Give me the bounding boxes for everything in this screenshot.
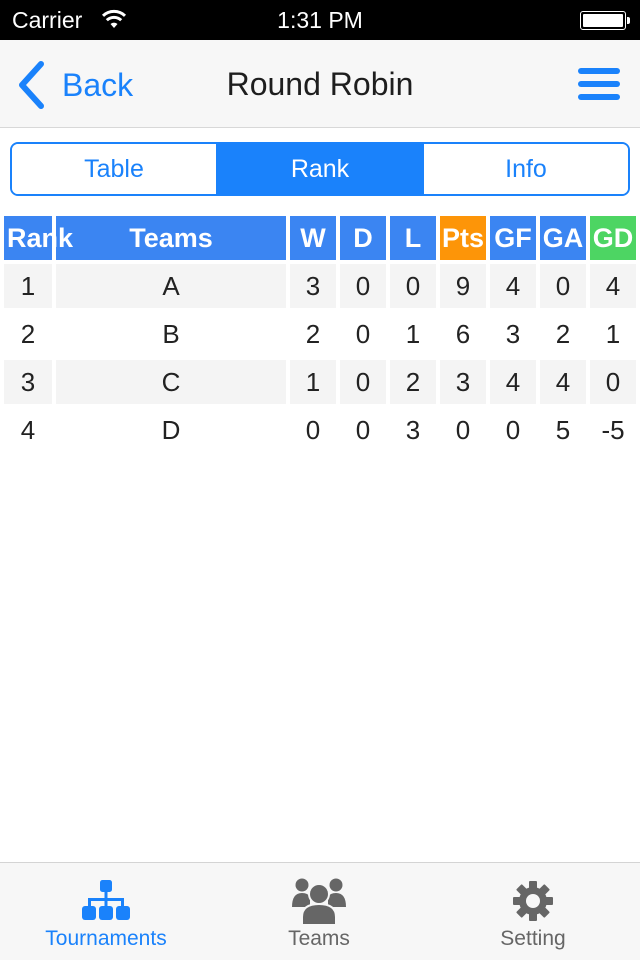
- table-header-row: Teams Rank W D L Pts GF GA GD: [0, 216, 640, 260]
- tab-label: Setting: [500, 927, 566, 950]
- cell-goal-difference: 0: [590, 360, 636, 404]
- battery-icon: [580, 11, 626, 30]
- cell-points: 3: [440, 360, 486, 404]
- header-losses: L: [390, 216, 436, 260]
- cell-goals-for: 0: [505, 414, 521, 445]
- hamburger-menu-icon: [578, 68, 620, 100]
- header-wins: W: [290, 216, 336, 260]
- segment-info[interactable]: Info: [422, 144, 628, 194]
- cell-wins: 1: [290, 360, 336, 404]
- cell-goal-difference: 1: [605, 318, 621, 349]
- cell-losses: 1: [405, 318, 421, 349]
- status-bar: Carrier 1:31 PM: [0, 0, 640, 40]
- cell-losses: 2: [390, 360, 436, 404]
- cell-team: C: [56, 360, 286, 404]
- cell-draws: 0: [340, 360, 386, 404]
- cell-losses: 0: [390, 264, 436, 308]
- table-row[interactable]: 1 A 3 0 0 9 4 0 4: [0, 264, 640, 312]
- cell-goal-difference: 4: [590, 264, 636, 308]
- page-title: Round Robin: [226, 66, 414, 102]
- header-goals-for: GF: [490, 216, 536, 260]
- cell-goals-against: 2: [555, 318, 571, 349]
- cell-team: B: [162, 318, 180, 349]
- cell-points: 6: [455, 318, 471, 349]
- segment-table[interactable]: Table: [12, 144, 216, 194]
- header-teams: Teams: [56, 216, 286, 260]
- cell-rank: 1: [4, 264, 52, 308]
- header-goal-difference: GD: [590, 216, 636, 260]
- status-time: 1:31 PM: [277, 7, 363, 33]
- header-points: Pts: [440, 216, 486, 260]
- cell-team: A: [56, 264, 286, 308]
- cell-rank: 4: [20, 414, 36, 445]
- segment-rank[interactable]: Rank: [216, 144, 422, 194]
- cell-goals-against: 0: [540, 264, 586, 308]
- tab-label: Tournaments: [45, 927, 167, 950]
- tab-setting[interactable]: Setting: [463, 863, 603, 960]
- cell-losses: 3: [405, 414, 421, 445]
- cell-wins: 0: [305, 414, 321, 445]
- tab-teams[interactable]: Teams: [249, 863, 389, 960]
- rank-table: Teams Rank W D L Pts GF GA GD 1 A 3 0 0 …: [0, 216, 640, 456]
- cell-points: 0: [455, 414, 471, 445]
- header-rank: Rank: [7, 222, 74, 253]
- cell-rank: 3: [4, 360, 52, 404]
- table-row[interactable]: 3 C 1 0 2 3 4 4 0: [0, 360, 640, 408]
- menu-button[interactable]: [578, 68, 620, 102]
- cell-goals-for: 4: [490, 360, 536, 404]
- cell-goal-difference: -5: [601, 414, 625, 445]
- bracket-hierarchy-icon: [76, 875, 136, 927]
- cell-wins: 2: [305, 318, 321, 349]
- cell-goals-for: 3: [505, 318, 521, 349]
- cell-draws: 0: [355, 414, 371, 445]
- table-row[interactable]: 4 D 0 0 3 0 0 5 -5: [0, 408, 640, 456]
- cell-draws: 0: [340, 264, 386, 308]
- cell-points: 9: [440, 264, 486, 308]
- gear-icon: [503, 875, 563, 927]
- table-row[interactable]: 2 B 2 0 1 6 3 2 1: [0, 312, 640, 360]
- header-draws: D: [340, 216, 386, 260]
- cell-team: D: [161, 414, 181, 445]
- view-segmented-control: Table Rank Info: [10, 142, 630, 196]
- people-group-icon: [289, 875, 349, 927]
- tab-label: Teams: [288, 927, 350, 950]
- header-goals-against: GA: [540, 216, 586, 260]
- navigation-bar: Back Round Robin: [0, 40, 640, 128]
- cell-goals-for: 4: [490, 264, 536, 308]
- tab-tournaments[interactable]: Tournaments: [36, 863, 176, 960]
- cell-rank: 2: [20, 318, 36, 349]
- cell-draws: 0: [355, 318, 371, 349]
- battery-nub: [627, 17, 630, 24]
- cell-wins: 3: [290, 264, 336, 308]
- cell-goals-against: 5: [555, 414, 571, 445]
- cell-goals-against: 4: [540, 360, 586, 404]
- tab-bar: Tournaments Teams Setting: [0, 862, 640, 960]
